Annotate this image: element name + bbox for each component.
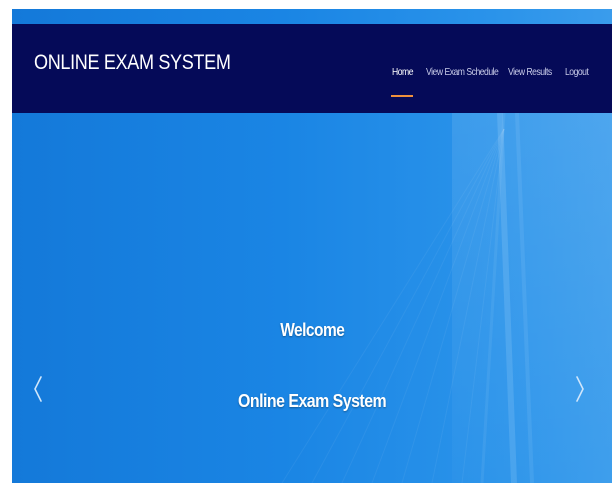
hero-welcome-text: Welcome xyxy=(279,320,345,340)
nav-active-indicator xyxy=(391,95,413,97)
nav-item-logout[interactable]: Logout xyxy=(565,66,589,78)
chevron-right-icon xyxy=(576,376,584,402)
navbar: ONLINE EXAM SYSTEM Home View Exam Schedu… xyxy=(12,24,612,113)
carousel-prev-button[interactable] xyxy=(26,369,50,409)
nav-menu: Home View Exam Schedule View Results Log… xyxy=(12,66,612,86)
nav-item-view-exam-schedule[interactable]: View Exam Schedule xyxy=(426,66,499,78)
nav-item-home[interactable]: Home xyxy=(392,66,413,78)
carousel-next-button[interactable] xyxy=(568,369,592,409)
nav-item-view-results[interactable]: View Results xyxy=(508,66,552,78)
hero-subtitle-text: Online Exam System xyxy=(237,390,387,411)
chevron-left-icon xyxy=(34,376,42,402)
page-frame: Welcome Online Exam System ONLINE EXAM S… xyxy=(12,9,612,483)
